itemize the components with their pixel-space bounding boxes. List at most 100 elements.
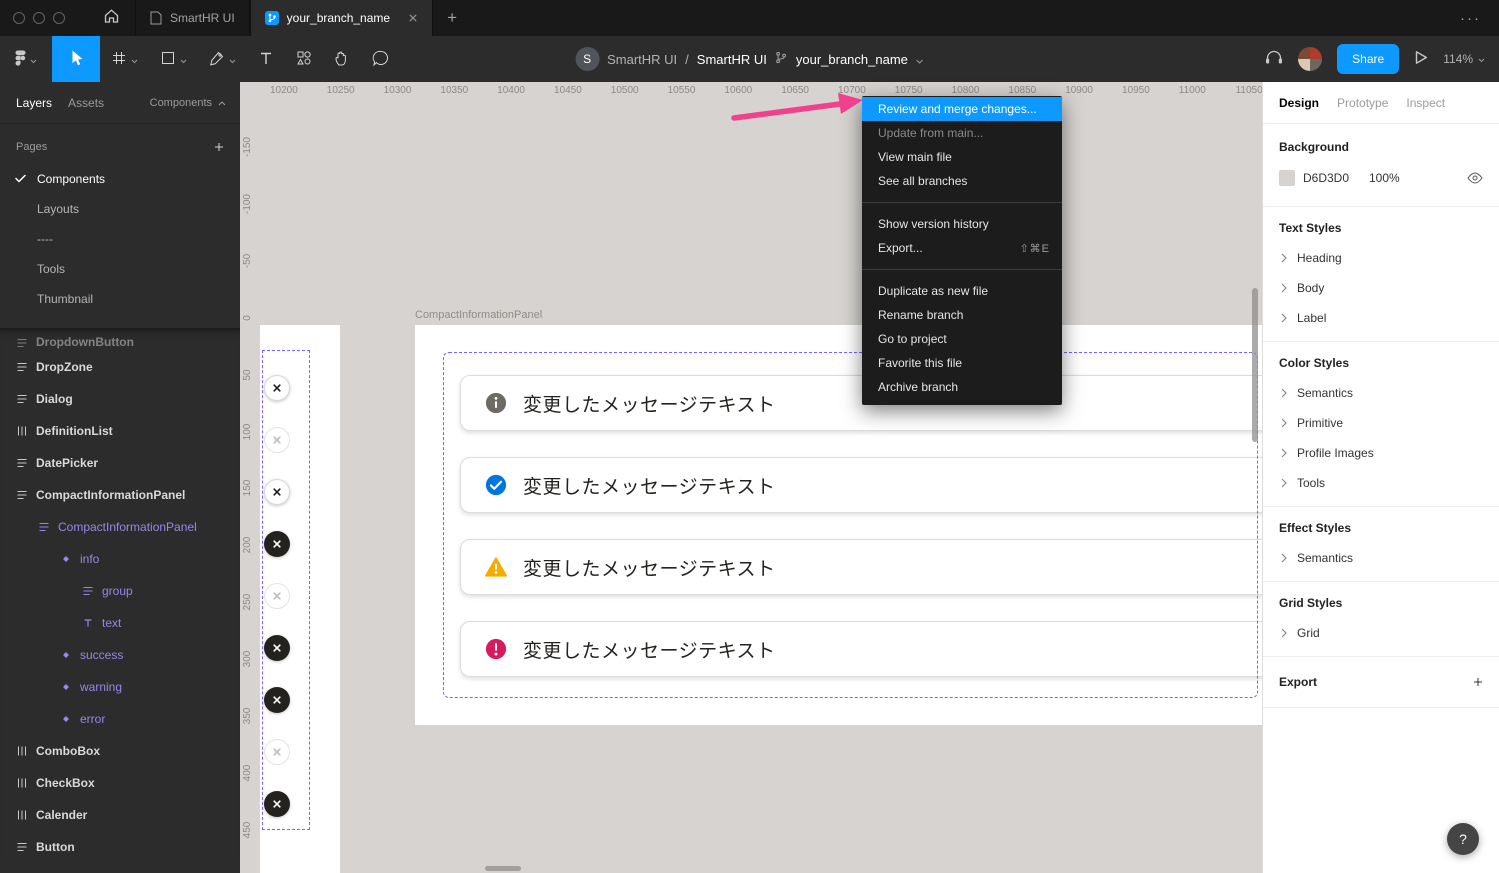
move-tool-button[interactable] [52, 36, 100, 82]
page-item[interactable]: Layouts [0, 194, 240, 224]
style-item[interactable]: Grid [1263, 618, 1499, 648]
menu-item[interactable]: Rename branch [862, 303, 1062, 327]
layer-item[interactable]: DefinitionList [0, 415, 240, 447]
layer-item[interactable]: text [0, 607, 240, 639]
style-item[interactable]: Label [1263, 303, 1499, 333]
style-item[interactable]: Semantics [1263, 543, 1499, 573]
style-item[interactable]: Profile Images [1263, 438, 1499, 468]
component-diamond-icon [60, 713, 72, 725]
audio-call-button[interactable] [1265, 50, 1283, 68]
share-button[interactable]: Share [1337, 44, 1399, 74]
user-avatar[interactable] [1298, 47, 1322, 71]
background-swatch[interactable] [1279, 170, 1295, 186]
layer-item[interactable]: success [0, 639, 240, 671]
window-tab[interactable]: your_branch_name [250, 0, 433, 36]
layer-item[interactable]: ComboBox [0, 735, 240, 767]
zoom-dropdown[interactable]: 114% [1443, 52, 1485, 66]
layer-item[interactable]: group [0, 575, 240, 607]
menu-item[interactable]: Duplicate as new file [862, 279, 1062, 303]
close-window-button[interactable] [13, 12, 25, 24]
home-button[interactable] [87, 0, 135, 36]
menu-item[interactable]: Favorite this file [862, 351, 1062, 375]
help-button[interactable]: ? [1447, 823, 1479, 855]
frame-tool-button[interactable] [100, 36, 149, 82]
background-header: Background [1279, 140, 1483, 154]
menu-item[interactable]: See all branches [862, 169, 1062, 193]
present-button[interactable] [1414, 50, 1428, 68]
layer-item[interactable]: warning [0, 671, 240, 703]
style-item-label: Semantics [1297, 551, 1353, 565]
layer-item[interactable]: info [0, 543, 240, 575]
resources-tool-button[interactable] [285, 36, 323, 82]
style-item[interactable]: Tools [1263, 468, 1499, 498]
page-item[interactable]: Thumbnail [0, 284, 240, 314]
layer-item[interactable]: DropdownButton [0, 331, 240, 351]
branch-name[interactable]: your_branch_name [796, 52, 908, 67]
pen-tool-button[interactable] [198, 36, 247, 82]
menu-item[interactable]: View main file [862, 145, 1062, 169]
layer-item[interactable]: Dialog [0, 383, 240, 415]
menu-item[interactable]: Show version history [862, 212, 1062, 236]
figma-logo-icon [15, 50, 26, 69]
panel-section: Grid StylesGrid [1263, 582, 1499, 657]
chevron-down-icon [1478, 52, 1485, 66]
layer-item[interactable]: DatePicker [0, 447, 240, 479]
style-item[interactable]: Body [1263, 273, 1499, 303]
file-avatar: S [575, 47, 599, 71]
ruler-label: 10250 [327, 85, 355, 96]
right-tab-design[interactable]: Design [1279, 96, 1319, 110]
layer-item[interactable]: Calender [0, 799, 240, 831]
page-item[interactable]: Tools [0, 254, 240, 284]
file-name[interactable]: SmartHR UI [697, 52, 767, 67]
style-item[interactable]: Semantics [1263, 378, 1499, 408]
hand-tool-button[interactable] [323, 36, 361, 82]
text-tool-button[interactable] [247, 36, 285, 82]
menu-item[interactable]: Export...⇧⌘E [862, 236, 1062, 260]
pen-icon [209, 50, 225, 69]
fullscreen-window-button[interactable] [53, 12, 65, 24]
main-menu-button[interactable] [0, 36, 52, 82]
layer-item[interactable]: CompactInformationPanel [0, 479, 240, 511]
overflow-menu-button[interactable]: ··· [1442, 0, 1499, 36]
layer-item[interactable]: Button [0, 831, 240, 863]
menu-item[interactable]: Review and merge changes... [862, 97, 1062, 121]
project-name[interactable]: SmartHR UI [607, 52, 677, 67]
layer-item[interactable]: CheckBox [0, 767, 240, 799]
canvas-vertical-scrollbar[interactable] [1252, 288, 1258, 442]
ruler-label: 250 [243, 582, 253, 622]
page-item[interactable]: Components [0, 164, 240, 194]
minimize-window-button[interactable] [33, 12, 45, 24]
menu-item[interactable]: Archive branch [862, 375, 1062, 399]
background-opacity[interactable]: 100% [1369, 171, 1467, 185]
window-tab[interactable]: SmartHR UI [135, 0, 250, 36]
add-export-button[interactable] [1473, 677, 1483, 687]
play-icon [1414, 50, 1428, 68]
left-tab-layers[interactable]: Layers [16, 96, 52, 110]
shape-tool-button[interactable] [149, 36, 198, 82]
visibility-eye-icon[interactable] [1467, 172, 1483, 184]
comment-tool-button[interactable] [361, 36, 400, 82]
right-tab-prototype[interactable]: Prototype [1337, 96, 1388, 110]
style-item[interactable]: Heading [1263, 243, 1499, 273]
canvas[interactable]: 1020010250103001035010400104501050010550… [240, 82, 1262, 873]
canvas-horizontal-scrollbar[interactable] [485, 866, 521, 871]
add-page-button[interactable] [214, 142, 224, 152]
page-item[interactable]: ---- [0, 224, 240, 254]
layer-item[interactable]: error [0, 703, 240, 735]
frame-title[interactable]: CompactInformationPanel [415, 309, 542, 321]
ruler-label: 400 [243, 753, 253, 793]
style-item[interactable]: Primitive [1263, 408, 1499, 438]
background-hex[interactable]: D6D3D0 [1303, 171, 1365, 185]
branch-menu: Review and merge changes...Update from m… [862, 96, 1062, 405]
layer-item[interactable]: CompactInformationPanel [0, 511, 240, 543]
menu-item[interactable]: Go to project [862, 327, 1062, 351]
layer-item[interactable]: DropZone [0, 351, 240, 383]
right-tab-inspect[interactable]: Inspect [1406, 96, 1445, 110]
file-breadcrumb[interactable]: S SmartHR UI / SmartHR UI your_branch_na… [575, 36, 924, 82]
window-tabbar: SmartHR UIyour_branch_name + ··· [0, 0, 1499, 36]
tab-close-icon[interactable] [398, 13, 418, 23]
new-tab-button[interactable]: + [433, 0, 471, 36]
current-page-dropdown[interactable]: Components [150, 97, 226, 109]
section-header: Color Styles [1263, 342, 1499, 378]
left-tab-assets[interactable]: Assets [68, 96, 104, 110]
